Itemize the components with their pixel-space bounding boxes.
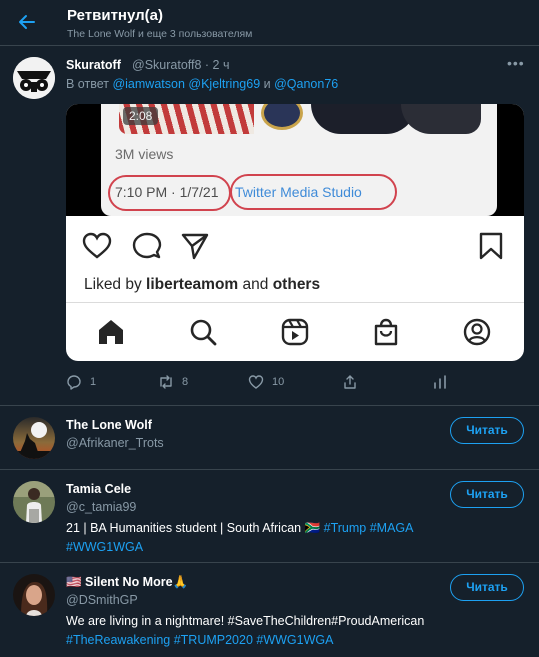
instagram-action-bar [66,226,524,266]
follow-button[interactable]: Читать [450,417,524,444]
analytics-icon [434,375,446,389]
tweet[interactable]: Skuratoff @Skuratoff8 · 2 ч ••• В ответ … [0,47,539,406]
video-views: 3M views [115,146,174,162]
reply-and: и [263,77,271,91]
like-count: 10 [272,376,285,388]
screenshot-card: 2:08 3M views 7:10 PM · 1/7/21 Twitter M… [101,104,497,216]
bio-hashtags[interactable]: #WWG1WGA [66,540,143,554]
like-heart-icon [248,375,264,389]
instagram-nav-bar [66,309,524,354]
avatar[interactable] [13,574,55,616]
reels-icon [281,318,309,346]
reply-user-link[interactable]: @Kjeltring69 [188,77,260,91]
header: Ретвитнул(а) The Lone Wolf и еще 3 польз… [0,0,539,46]
reply-action[interactable]: 1 [66,373,96,391]
like-action[interactable]: 10 [248,373,284,391]
author-name[interactable]: Skuratoff [66,58,121,72]
back-arrow-icon[interactable] [14,11,40,37]
bio-text: We are living in a nightmare! #SaveTheCh… [66,614,425,628]
retweet-count: 8 [182,376,189,388]
page-title: Ретвитнул(а) [67,7,163,24]
video-timestamp: 7:10 PM · 1/7/21 [115,184,219,200]
user-name[interactable]: The Lone Wolf [66,418,152,432]
retweet-icon [160,375,172,389]
search-icon [190,319,217,346]
reply-user-link[interactable]: @Qanon76 [274,77,338,91]
reply-prefix: В ответ [66,77,109,91]
liked-prefix: Liked by [84,276,142,293]
video-duration: 2:08 [123,107,159,125]
liked-and: and [242,276,269,293]
media-studio-label: Twitter Media Studio [235,184,362,200]
avatar[interactable] [13,481,55,523]
user-name[interactable]: Tamia Cele [66,482,131,496]
avatar[interactable] [13,57,55,99]
author-handle-time[interactable]: @Skuratoff8 · 2 ч [132,58,230,72]
home-icon [99,320,123,344]
tweet-action-bar: 1 8 10 [66,373,466,393]
follow-button[interactable]: Читать [450,481,524,508]
page-subtitle: The Lone Wolf и еще 3 пользователям [67,28,253,40]
share-action[interactable] [342,373,358,391]
user-handle[interactable]: @DSmithGP [66,593,138,607]
share-icon [181,233,209,260]
user-cell[interactable]: Tamia Cele @c_tamia99 Читать 21 | BA Hum… [0,471,539,563]
person-image [401,104,481,134]
analytics-action[interactable] [432,373,448,391]
user-bio: 21 | BA Humanities student | South Afric… [66,519,466,557]
more-options-icon[interactable]: ••• [507,55,525,71]
liked-by-text: Liked by liberteamom and others [84,276,320,294]
bookmark-icon [479,232,503,260]
bio-hashtags[interactable]: #Trump #MAGA [324,521,414,535]
retweet-action[interactable]: 8 [158,373,188,391]
share-upload-icon [344,375,356,389]
reply-count: 1 [90,376,97,388]
shop-bag-icon [374,318,398,346]
divider [66,302,524,303]
liked-user: liberteamom [146,276,239,293]
bio-hashtags[interactable]: #TheReawakening #TRUMP2020 #WWG1WGA [66,633,333,647]
user-name[interactable]: 🇺🇸 Silent No More🙏 [66,575,188,590]
liked-others: others [272,276,321,293]
bio-text: 21 | BA Humanities student | South Afric… [66,521,321,535]
heart-icon [82,232,112,259]
reply-to-line: В ответ @iamwatson @Kjeltring69 и @Qanon… [66,77,338,91]
reply-icon [67,375,81,390]
user-handle[interactable]: @Afrikaner_Trots [66,436,164,450]
screenshot-video-area: 2:08 3M views 7:10 PM · 1/7/21 Twitter M… [66,104,524,216]
user-cell[interactable]: The Lone Wolf @Afrikaner_Trots Читать [0,407,539,470]
follow-button[interactable]: Читать [450,574,524,601]
tweet-media-image[interactable]: 2:08 3M views 7:10 PM · 1/7/21 Twitter M… [66,104,524,361]
reply-user-link[interactable]: @iamwatson [112,77,184,91]
user-bio: We are living in a nightmare! #SaveTheCh… [66,612,466,650]
comment-icon [132,232,162,259]
user-cell[interactable]: 🇺🇸 Silent No More🙏 @DSmithGP Читать We a… [0,564,539,657]
user-handle[interactable]: @c_tamia99 [66,500,136,514]
profile-icon [463,318,491,346]
seal-image [261,104,303,130]
avatar[interactable] [13,417,55,459]
person-image [311,104,416,134]
